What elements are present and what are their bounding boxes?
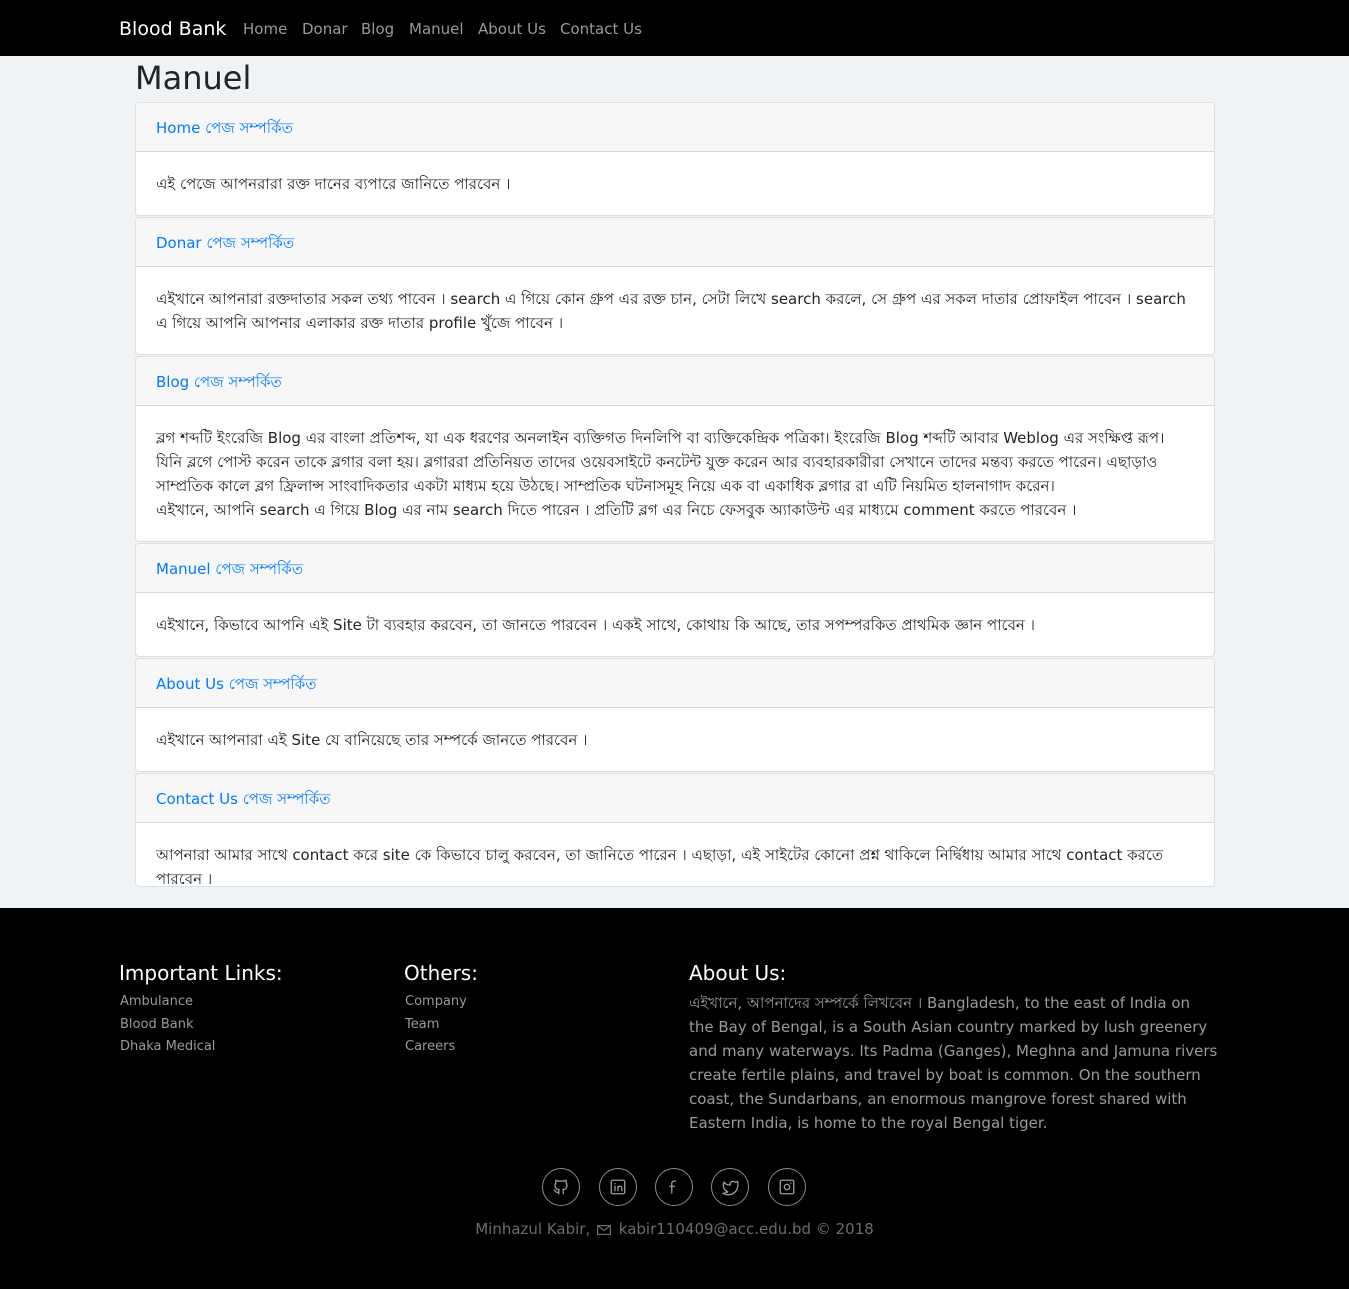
instagram-icon[interactable] <box>768 1168 806 1206</box>
card-manuel: Manuel পেজ সম্পর্কিত এইখানে, কিভাবে আপনি… <box>135 543 1215 657</box>
card-header: Home পেজ সম্পর্কিত <box>136 103 1214 152</box>
author-email: kabir110409@acc.edu.bd <box>618 1220 812 1238</box>
facebook-icon[interactable] <box>655 1168 693 1206</box>
copyright-year: © 2018 <box>815 1220 874 1238</box>
nav-contact-us[interactable]: Contact Us <box>560 19 642 39</box>
card-header: Donar পেজ সম্পর্কিত <box>136 218 1214 267</box>
card-donar: Donar পেজ সম্পর্কিত এইখানে আপনারা রক্তদা… <box>135 217 1215 355</box>
card-header: Blog পেজ সম্পর্কিত <box>136 357 1214 406</box>
nav-donar[interactable]: Donar <box>302 19 348 39</box>
copyright: Minhazul Kabir, kabir110409@acc.edu.bd ©… <box>0 1219 1349 1239</box>
nav-about-us[interactable]: About Us <box>478 19 546 39</box>
navbar: Blood Bank Home Donar Blog Manuel About … <box>0 0 1349 56</box>
card-contact-us: Contact Us পেজ সম্পর্কিত আপনারা আমার সাথ… <box>135 773 1215 887</box>
card-home: Home পেজ সম্পর্কিত এই পেজে আপনরারা রক্ত … <box>135 102 1215 216</box>
nav-blog[interactable]: Blog <box>361 19 394 39</box>
card-body: ব্লগ শব্দটি ইংরেজি Blog এর বাংলা প্রতিশব… <box>156 429 1165 519</box>
card-body: এই পেজে আপনরারা রক্ত দানের ব্যপারে জানিত… <box>156 175 511 193</box>
footer-link-company[interactable]: Company <box>405 993 467 1011</box>
nav-manuel[interactable]: Manuel <box>409 19 464 39</box>
footer: Important Links: Ambulance Blood Bank Dh… <box>0 908 1349 1289</box>
card-header: Contact Us পেজ সম্পর্কিত <box>136 774 1214 823</box>
page-title: Manuel <box>135 59 252 97</box>
footer-link-careers[interactable]: Careers <box>405 1038 455 1056</box>
about-us-text: এইখানে, আপনাদের সম্পর্কে লিখবেন । Bangla… <box>689 994 1218 1132</box>
card-header-link-manuel[interactable]: Manuel পেজ সম্পর্কিত <box>156 544 1194 595</box>
card-header-link-home[interactable]: Home পেজ সম্পর্কিত <box>156 103 1194 154</box>
footer-link-blood-bank[interactable]: Blood Bank <box>120 1016 193 1034</box>
nav-home[interactable]: Home <box>243 19 287 39</box>
card-header-link-contact-us[interactable]: Contact Us পেজ সম্পর্কিত <box>156 774 1194 825</box>
author-name: Minhazul Kabir, <box>475 1220 591 1238</box>
card-header: About Us পেজ সম্পর্কিত <box>136 659 1214 708</box>
github-icon[interactable] <box>542 1168 580 1206</box>
mail-icon <box>597 1225 612 1235</box>
twitter-icon[interactable] <box>711 1168 749 1206</box>
card-header-link-blog[interactable]: Blog পেজ সম্পর্কিত <box>156 357 1194 408</box>
brand-link[interactable]: Blood Bank <box>119 17 226 41</box>
card-blog: Blog পেজ সম্পর্কিত ব্লগ শব্দটি ইংরেজি Bl… <box>135 356 1215 542</box>
card-header-link-about-us[interactable]: About Us পেজ সম্পর্কিত <box>156 659 1194 710</box>
about-us-title: About Us: <box>689 961 787 985</box>
linkedin-icon[interactable] <box>599 1168 637 1206</box>
card-header-link-donar[interactable]: Donar পেজ সম্পর্কিত <box>156 218 1194 269</box>
footer-link-ambulance[interactable]: Ambulance <box>120 993 193 1011</box>
card-body: এইখানে আপনারা এই Site যে বানিয়েছে তার স… <box>156 731 588 749</box>
important-links-title: Important Links: <box>119 961 283 985</box>
card-body: এইখানে আপনারা রক্তদাতার সকল তথ্য পাবেন ।… <box>156 290 1186 332</box>
card-body: আপনারা আমার সাথে contact করে site কে কিভ… <box>156 846 1164 887</box>
card-about-us: About Us পেজ সম্পর্কিত এইখানে আপনারা এই … <box>135 658 1215 772</box>
others-title: Others: <box>404 961 478 985</box>
card-header: Manuel পেজ সম্পর্কিত <box>136 544 1214 593</box>
card-body: এইখানে, কিভাবে আপনি এই Site টা ব্যবহার ক… <box>156 616 1036 634</box>
footer-link-dhaka-medical[interactable]: Dhaka Medical <box>120 1038 215 1056</box>
footer-link-team[interactable]: Team <box>405 1016 439 1034</box>
